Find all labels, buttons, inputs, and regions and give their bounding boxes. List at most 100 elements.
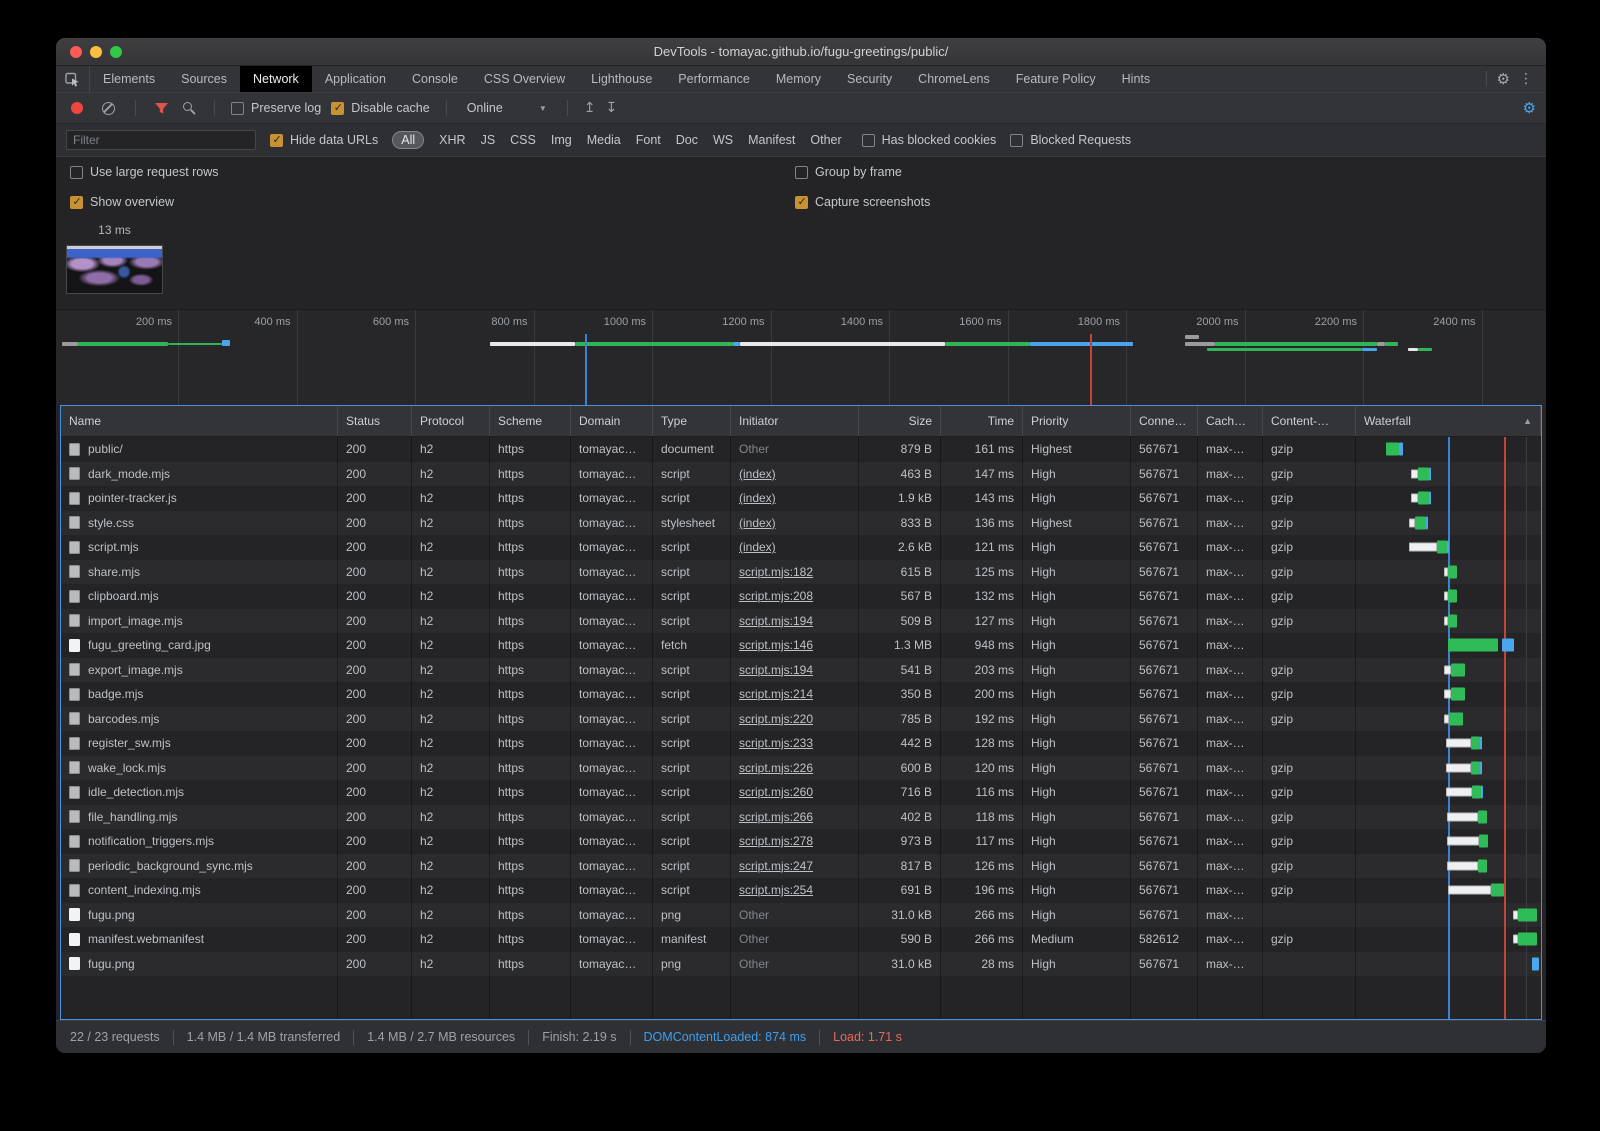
show-overview-checkbox[interactable] xyxy=(70,196,83,209)
has-blocked-cookies-checkbox[interactable] xyxy=(862,134,875,147)
initiator-link[interactable]: script.mjs:146 xyxy=(739,638,813,652)
table-row[interactable]: file_handling.mjs200h2httpstomayac…scrip… xyxy=(61,805,1541,830)
table-row[interactable]: import_image.mjs200h2httpstomayac…script… xyxy=(61,609,1541,634)
initiator-link[interactable]: script.mjs:208 xyxy=(739,589,813,603)
tab-css-overview[interactable]: CSS Overview xyxy=(471,66,578,92)
initiator-link[interactable]: (index) xyxy=(739,516,776,530)
filter-type-css[interactable]: CSS xyxy=(510,133,536,147)
group-by-frame-checkbox[interactable] xyxy=(795,166,808,179)
import-har-icon[interactable]: ↥ xyxy=(584,100,596,116)
initiator-link[interactable]: (index) xyxy=(739,467,776,481)
table-row[interactable]: fugu.png200h2httpstomayac…pngOther31.0 k… xyxy=(61,952,1541,977)
search-icon[interactable] xyxy=(183,102,192,111)
filter-type-doc[interactable]: Doc xyxy=(676,133,698,147)
column-header-priority[interactable]: Priority xyxy=(1023,406,1131,436)
record-network-log-button[interactable] xyxy=(71,102,83,114)
column-header-waterfall[interactable]: Waterfall▲ xyxy=(1356,406,1541,436)
column-header-cach-[interactable]: Cach… xyxy=(1198,406,1263,436)
column-header-scheme[interactable]: Scheme xyxy=(490,406,571,436)
table-row[interactable]: badge.mjs200h2httpstomayac…scriptscript.… xyxy=(61,682,1541,707)
table-row[interactable]: dark_mode.mjs200h2httpstomayac…script(in… xyxy=(61,462,1541,487)
table-row[interactable]: idle_detection.mjs200h2httpstomayac…scri… xyxy=(61,780,1541,805)
filter-type-img[interactable]: Img xyxy=(551,133,572,147)
initiator-link[interactable]: script.mjs:220 xyxy=(739,712,813,726)
filter-type-media[interactable]: Media xyxy=(587,133,621,147)
table-row[interactable]: manifest.webmanifest200h2httpstomayac…ma… xyxy=(61,927,1541,952)
clear-network-log-icon[interactable] xyxy=(102,102,115,115)
filter-input[interactable] xyxy=(66,130,256,150)
column-header-name[interactable]: Name xyxy=(61,406,338,436)
column-header-type[interactable]: Type xyxy=(653,406,731,436)
filter-type-all[interactable]: All xyxy=(392,131,424,149)
column-header-conne-[interactable]: Conne… xyxy=(1131,406,1198,436)
initiator-link[interactable]: script.mjs:233 xyxy=(739,736,813,750)
tab-application[interactable]: Application xyxy=(312,66,399,92)
table-row[interactable]: style.css200h2httpstomayac…stylesheet(in… xyxy=(61,511,1541,536)
settings-gear-icon[interactable]: ⚙ xyxy=(1497,72,1510,87)
column-header-initiator[interactable]: Initiator xyxy=(731,406,859,436)
initiator-link[interactable]: script.mjs:260 xyxy=(739,785,813,799)
sort-ascending-icon[interactable]: ▲ xyxy=(1523,416,1532,426)
initiator-link[interactable]: script.mjs:266 xyxy=(739,810,813,824)
table-row[interactable]: public/200h2httpstomayac…documentOther87… xyxy=(61,437,1541,462)
initiator-link[interactable]: script.mjs:278 xyxy=(739,834,813,848)
initiator-link[interactable]: script.mjs:226 xyxy=(739,761,813,775)
network-conditions-gear-icon[interactable]: ⚙ xyxy=(1523,101,1536,116)
table-row[interactable]: wake_lock.mjs200h2httpstomayac…scriptscr… xyxy=(61,756,1541,781)
initiator-link[interactable]: (index) xyxy=(739,491,776,505)
filter-type-manifest[interactable]: Manifest xyxy=(748,133,795,147)
table-row[interactable]: script.mjs200h2httpstomayac…script(index… xyxy=(61,535,1541,560)
column-header-status[interactable]: Status xyxy=(338,406,412,436)
tab-security[interactable]: Security xyxy=(834,66,905,92)
column-header-time[interactable]: Time xyxy=(941,406,1023,436)
preserve-log-checkbox[interactable] xyxy=(231,102,244,115)
tab-hints[interactable]: Hints xyxy=(1109,66,1163,92)
table-row[interactable]: content_indexing.mjs200h2httpstomayac…sc… xyxy=(61,878,1541,903)
disable-cache-checkbox[interactable] xyxy=(331,102,344,115)
tab-console[interactable]: Console xyxy=(399,66,471,92)
tab-lighthouse[interactable]: Lighthouse xyxy=(578,66,665,92)
use-large-request-rows-checkbox[interactable] xyxy=(70,166,83,179)
initiator-link[interactable]: script.mjs:182 xyxy=(739,565,813,579)
table-row[interactable]: register_sw.mjs200h2httpstomayac…scripts… xyxy=(61,731,1541,756)
tab-elements[interactable]: Elements xyxy=(90,66,168,92)
column-header-size[interactable]: Size xyxy=(859,406,941,436)
tab-chromelens[interactable]: ChromeLens xyxy=(905,66,1003,92)
initiator-link[interactable]: script.mjs:214 xyxy=(739,687,813,701)
filmstrip-screenshot-thumbnail[interactable] xyxy=(66,245,163,294)
network-overview-timeline[interactable]: 200 ms400 ms600 ms800 ms1000 ms1200 ms14… xyxy=(56,310,1546,405)
initiator-link[interactable]: script.mjs:254 xyxy=(739,883,813,897)
filter-type-other[interactable]: Other xyxy=(810,133,841,147)
filter-type-xhr[interactable]: XHR xyxy=(439,133,465,147)
more-options-icon[interactable]: ⋮ xyxy=(1514,71,1538,87)
tab-performance[interactable]: Performance xyxy=(665,66,763,92)
initiator-link[interactable]: script.mjs:194 xyxy=(739,614,813,628)
export-har-icon[interactable]: ↧ xyxy=(606,100,618,116)
blocked-requests-checkbox[interactable] xyxy=(1010,134,1023,147)
initiator-link[interactable]: script.mjs:194 xyxy=(739,663,813,677)
capture-screenshots-checkbox[interactable] xyxy=(795,196,808,209)
tab-network[interactable]: Network xyxy=(240,66,312,92)
tab-sources[interactable]: Sources xyxy=(168,66,240,92)
throttling-dropdown[interactable]: Online ▼ xyxy=(463,101,551,115)
table-row[interactable]: periodic_background_sync.mjs200h2httpsto… xyxy=(61,854,1541,879)
filter-type-font[interactable]: Font xyxy=(636,133,661,147)
initiator-link[interactable]: script.mjs:247 xyxy=(739,859,813,873)
filter-type-js[interactable]: JS xyxy=(481,133,496,147)
tab-feature-policy[interactable]: Feature Policy xyxy=(1003,66,1109,92)
filter-type-ws[interactable]: WS xyxy=(713,133,733,147)
table-row[interactable]: clipboard.mjs200h2httpstomayac…scriptscr… xyxy=(61,584,1541,609)
initiator-link[interactable]: (index) xyxy=(739,540,776,554)
column-header-domain[interactable]: Domain xyxy=(571,406,653,436)
table-row[interactable]: export_image.mjs200h2httpstomayac…script… xyxy=(61,658,1541,683)
filter-funnel-icon[interactable] xyxy=(154,102,169,115)
column-header-content-[interactable]: Content-… xyxy=(1263,406,1356,436)
table-row[interactable]: fugu.png200h2httpstomayac…pngOther31.0 k… xyxy=(61,903,1541,928)
tab-memory[interactable]: Memory xyxy=(763,66,834,92)
table-row[interactable]: notification_triggers.mjs200h2httpstomay… xyxy=(61,829,1541,854)
table-row[interactable]: share.mjs200h2httpstomayac…scriptscript.… xyxy=(61,560,1541,585)
table-row[interactable]: barcodes.mjs200h2httpstomayac…scriptscri… xyxy=(61,707,1541,732)
table-row[interactable]: fugu_greeting_card.jpg200h2httpstomayac…… xyxy=(61,633,1541,658)
hide-data-urls-checkbox[interactable] xyxy=(270,134,283,147)
inspect-element-button[interactable] xyxy=(56,66,90,92)
